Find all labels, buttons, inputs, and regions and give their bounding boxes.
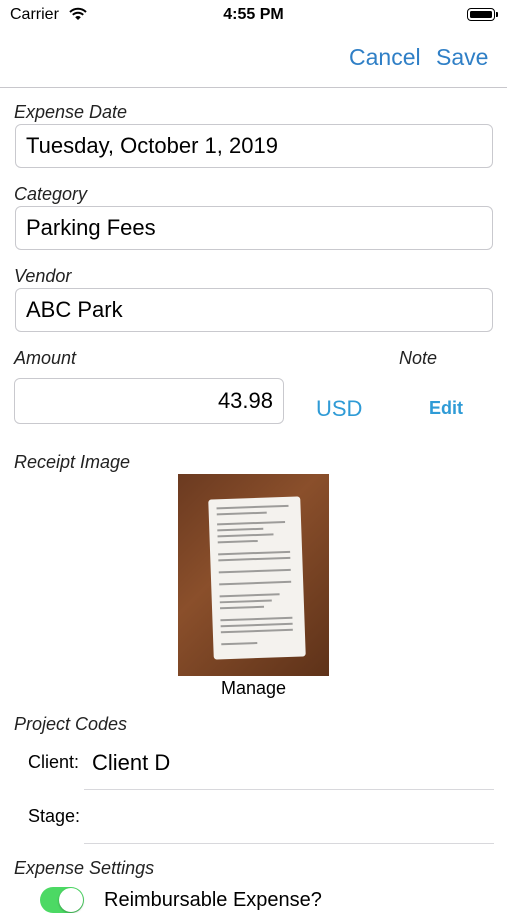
- note-edit-button[interactable]: Edit: [429, 398, 463, 419]
- amount-label: Amount: [14, 348, 77, 368]
- expense-settings-label: Expense Settings: [14, 858, 155, 878]
- reimbursable-toggle[interactable]: [40, 887, 84, 913]
- client-value[interactable]: Client D: [92, 750, 170, 776]
- nav-divider: [0, 87, 507, 88]
- battery-cap: [496, 12, 498, 17]
- manage-receipt-button[interactable]: Manage: [0, 678, 507, 699]
- receipt-image[interactable]: [178, 474, 329, 676]
- receipt-image-label: Receipt Image: [14, 452, 131, 472]
- category-label: Category: [14, 184, 88, 204]
- category-field[interactable]: Parking Fees: [15, 206, 493, 250]
- receipt-paper: [208, 496, 306, 660]
- project-codes-label: Project Codes: [14, 714, 128, 734]
- client-label: Client:: [28, 752, 80, 772]
- save-button[interactable]: Save: [436, 44, 488, 71]
- clock: 4:55 PM: [223, 6, 284, 23]
- stage-label: Stage:: [28, 806, 81, 826]
- expense-date-label: Expense Date: [14, 102, 128, 122]
- client-separator: [84, 789, 494, 790]
- reimbursable-label: Reimbursable Expense?: [104, 889, 322, 911]
- stage-separator: [84, 843, 494, 844]
- currency-button[interactable]: USD: [316, 396, 362, 422]
- expense-date-field[interactable]: Tuesday, October 1, 2019: [15, 124, 493, 168]
- vendor-label: Vendor: [14, 266, 72, 286]
- battery-icon: [467, 8, 495, 21]
- amount-field[interactable]: 43.98: [14, 378, 284, 424]
- cancel-button[interactable]: Cancel: [349, 44, 421, 71]
- vendor-field[interactable]: ABC Park: [15, 288, 493, 332]
- note-label: Note: [399, 348, 438, 368]
